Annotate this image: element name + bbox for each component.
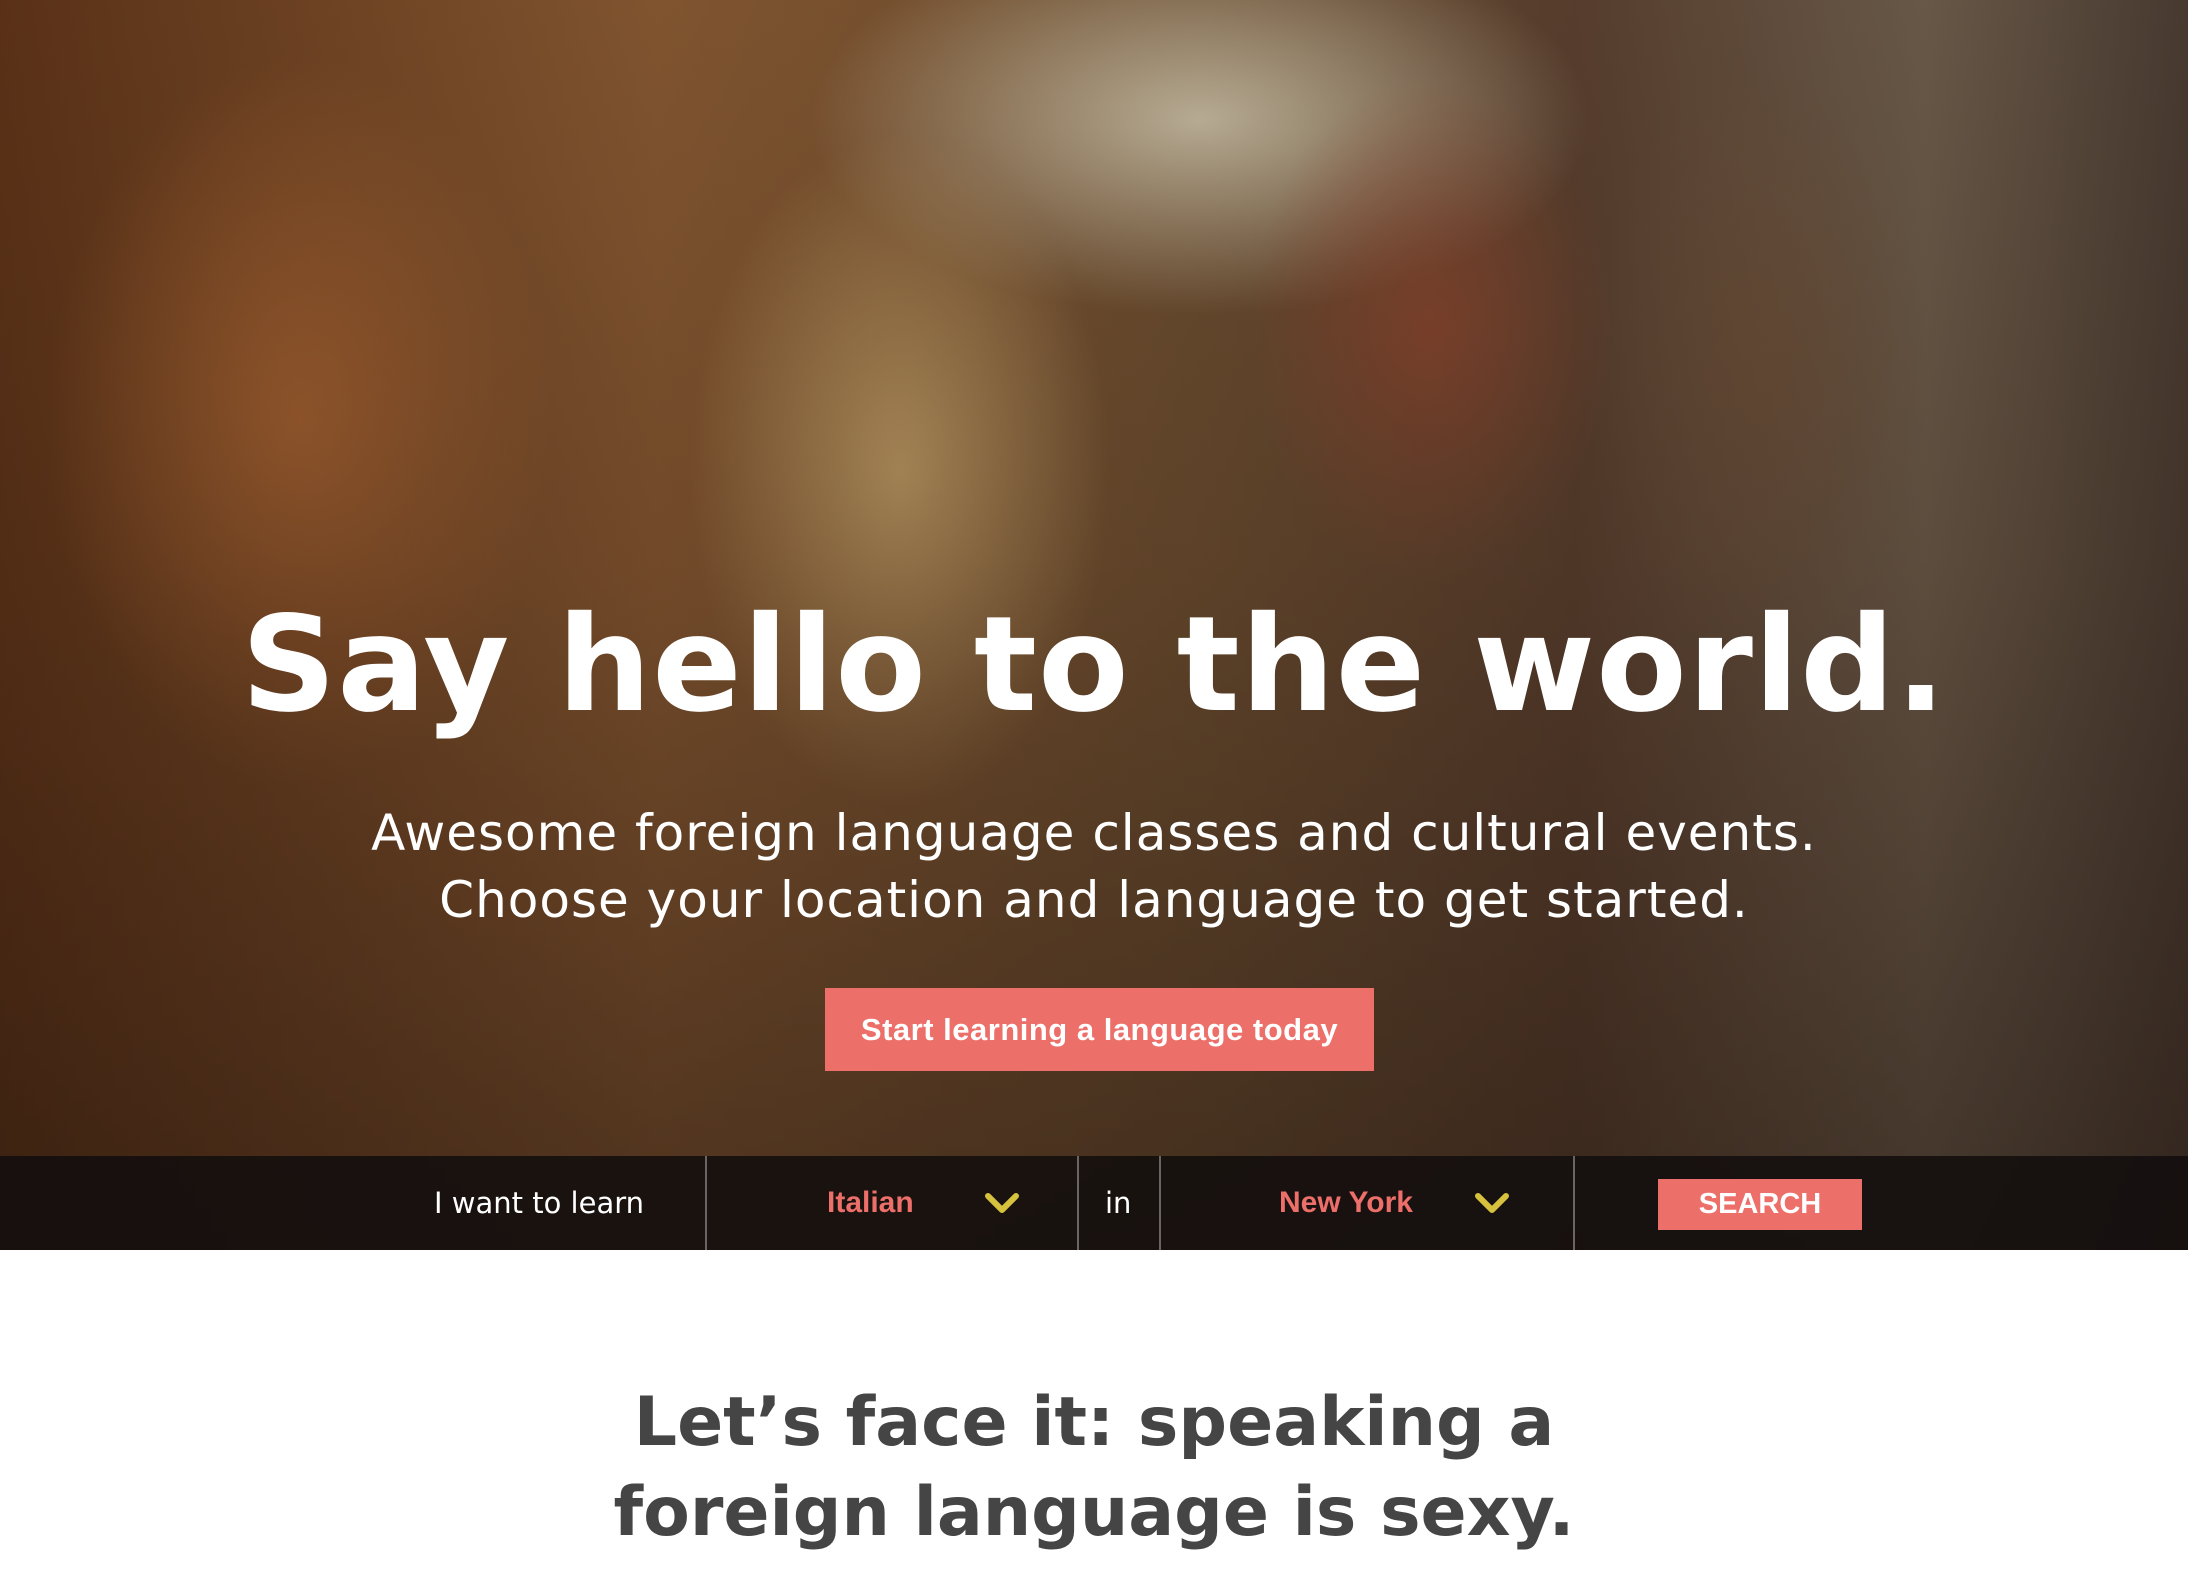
search-prefix: I want to learn — [434, 1156, 644, 1250]
search-divider — [1077, 1156, 1079, 1250]
hero-subtitle-line-2: Choose your location and language to get… — [439, 871, 1749, 929]
hero-subtitle: Awesome foreign language classes and cul… — [0, 800, 2188, 934]
location-select-value[interactable]: New York — [1279, 1186, 1413, 1220]
search-button[interactable]: SEARCH — [1658, 1179, 1862, 1230]
language-select[interactable]: Italian — [707, 1156, 1077, 1250]
search-connector: in — [1105, 1156, 1131, 1250]
language-select-value[interactable]: Italian — [827, 1186, 914, 1220]
search-connector-label: in — [1105, 1186, 1132, 1220]
chevron-down-icon[interactable] — [984, 1188, 1020, 1218]
hero-subtitle-line-1: Awesome foreign language classes and cul… — [371, 804, 1817, 862]
section-title: Let’s face it: speaking a foreign langua… — [0, 1378, 2188, 1558]
section-title-line-1: Let’s face it: speaking a — [633, 1383, 1555, 1462]
location-select[interactable]: New York — [1161, 1156, 1573, 1250]
chevron-down-icon[interactable] — [1474, 1188, 1510, 1218]
search-divider — [1573, 1156, 1575, 1250]
search-prefix-label: I want to learn — [434, 1186, 645, 1220]
section-title-line-2: foreign language is sexy. — [613, 1473, 1575, 1552]
hero-section: Say hello to the world. Awesome foreign … — [0, 0, 2188, 1250]
start-learning-button[interactable]: Start learning a language today — [825, 988, 1374, 1071]
hero-title: Say hello to the world. — [241, 588, 1947, 742]
